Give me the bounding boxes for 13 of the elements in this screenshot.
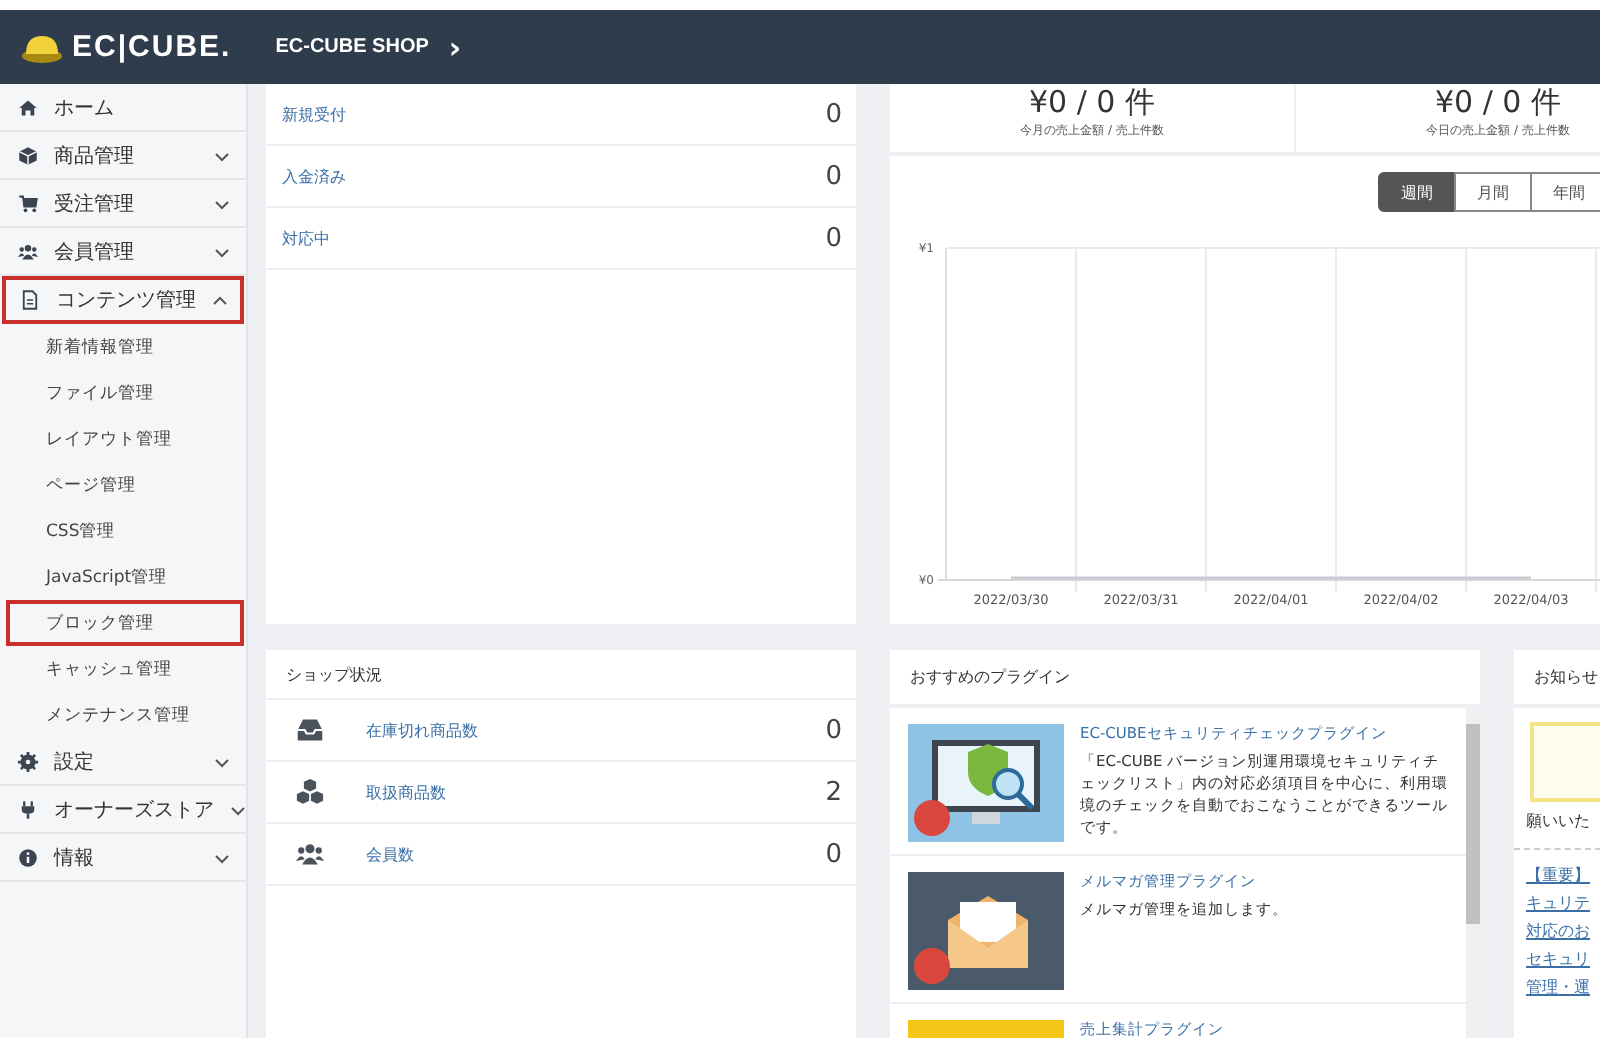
notice-excerpt: 願いいた — [1514, 802, 1600, 850]
shop-status-count: 0 — [825, 839, 842, 869]
chevron-icon: › — [448, 29, 462, 65]
order-count: 0 — [825, 161, 842, 191]
shop-status-count: 0 — [825, 715, 842, 745]
card-title: ショップ状況 — [286, 663, 382, 685]
card-title: お知らせ — [1534, 666, 1598, 688]
sales-total: ¥0 / 0 件 — [1029, 84, 1155, 122]
shop-status-count: 2 — [825, 777, 842, 807]
card-title: おすすめのプラグイン — [910, 666, 1070, 688]
order-count: 0 — [825, 99, 842, 129]
sales-total: ¥0 / 0 件 — [1435, 84, 1561, 122]
order-count: 0 — [825, 223, 842, 253]
